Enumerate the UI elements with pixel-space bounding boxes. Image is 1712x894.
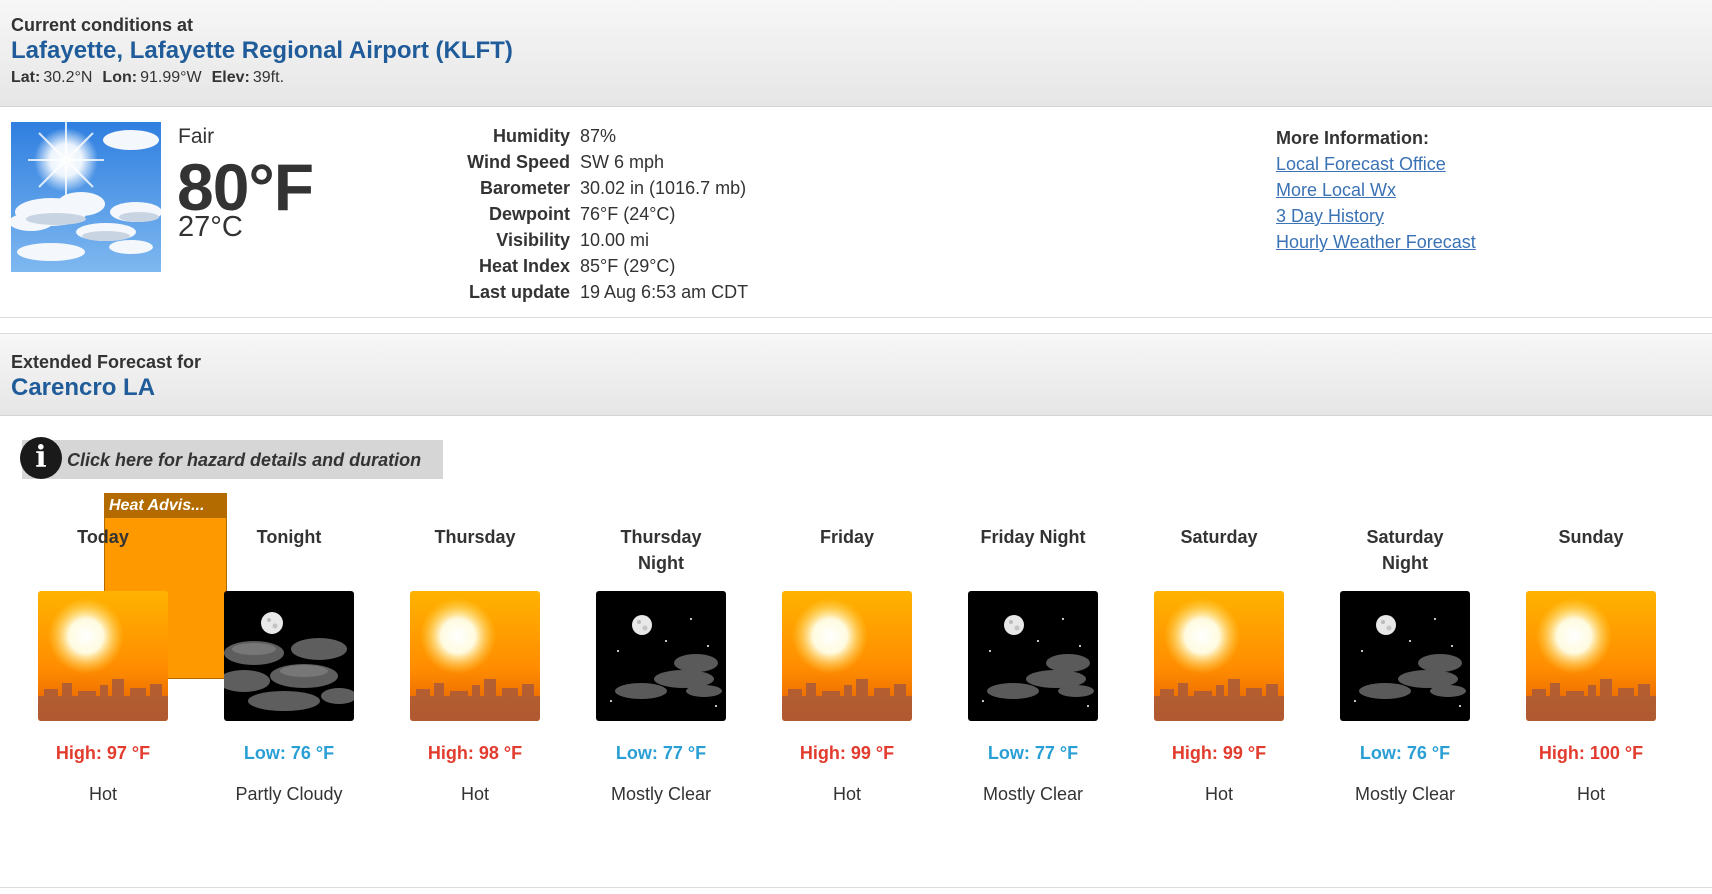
- current-temp-c: 27°C: [178, 211, 243, 243]
- high-temp: High: 100 °F: [1538, 743, 1644, 763]
- link-more-local-wx[interactable]: More Local Wx: [1276, 177, 1476, 203]
- mostly-clear-night-icon[interactable]: [1340, 591, 1470, 721]
- bottom-divider: [0, 887, 1712, 888]
- period-name: Friday Night: [980, 527, 1086, 547]
- forecast-period: Friday Night Low: 77 °F Mostly Clear: [940, 520, 1126, 807]
- forecast-location: Carencro LA: [11, 374, 156, 401]
- lon-value: 91.99°W: [140, 69, 202, 86]
- detail-value: 87%: [580, 126, 617, 146]
- detail-value: 10.00 mi: [580, 230, 650, 250]
- current-conditions-header: Current conditions at Lafayette, Lafayet…: [0, 0, 1712, 107]
- short-description: Mostly Clear: [610, 784, 712, 804]
- detail-label: Wind Speed: [467, 152, 570, 172]
- current-condition-text: Fair: [178, 125, 215, 148]
- forecast-period: Sunday High: 100 °F Hot: [1498, 520, 1684, 807]
- more-info-title: More Information:: [1276, 128, 1429, 148]
- period-name: Sunday: [1558, 527, 1624, 547]
- detail-row-last-update: Last update 19 Aug 6:53 am CDT: [400, 279, 748, 305]
- detail-row-humidity: Humidity 87%: [400, 123, 748, 149]
- detail-value: 85°F (29°C): [580, 256, 676, 276]
- hot-sun-icon[interactable]: [410, 591, 540, 721]
- hot-sun-icon[interactable]: [1526, 591, 1656, 721]
- high-temp: High: 99 °F: [1171, 743, 1267, 763]
- forecast-period: Saturday Night Low: 76 °F Mostly Clear: [1312, 520, 1498, 807]
- forecast-period: Thursday High: 98 °F Hot: [382, 520, 568, 807]
- period-name: Today: [77, 527, 129, 547]
- station-name: Lafayette, Lafayette Regional Airport (K…: [11, 37, 513, 64]
- low-temp: Low: 76 °F: [1359, 743, 1451, 763]
- mostly-clear-night-icon[interactable]: [596, 591, 726, 721]
- short-description: Partly Cloudy: [235, 784, 343, 804]
- period-name: Tonight: [256, 527, 322, 547]
- heat-advisory-label[interactable]: Heat Advis...: [105, 494, 226, 518]
- detail-row-heat-index: Heat Index 85°F (29°C): [400, 253, 748, 279]
- detail-label: Last update: [468, 282, 570, 302]
- forecast-period: Friday High: 99 °F Hot: [754, 520, 940, 807]
- detail-row-wind-speed: Wind Speed SW 6 mph: [400, 149, 748, 175]
- info-icon[interactable]: i: [20, 437, 62, 479]
- short-description: Hot: [1576, 784, 1605, 804]
- period-name: Saturday Night: [1366, 527, 1444, 573]
- short-description: Hot: [1204, 784, 1233, 804]
- hot-sun-icon[interactable]: [1154, 591, 1284, 721]
- lon-label: Lon:: [102, 69, 138, 86]
- forecast-period: Saturday High: 99 °F Hot: [1126, 520, 1312, 807]
- station-coordinates: Lat: 30.2°N Lon: 91.99°W Elev: 39ft.: [11, 69, 284, 87]
- elev-label: Elev:: [211, 69, 250, 86]
- extended-forecast-header: Extended Forecast for Carencro LA: [0, 333, 1712, 416]
- detail-label: Barometer: [479, 178, 570, 198]
- hot-sun-icon[interactable]: [38, 591, 168, 721]
- fair-sky-icon: [11, 122, 161, 272]
- detail-row-dewpoint: Dewpoint 76°F (24°C): [400, 201, 748, 227]
- detail-label: Dewpoint: [489, 204, 570, 224]
- detail-value: SW 6 mph: [580, 152, 665, 172]
- forecast-period: Tonight Low: 76 °F Partly Cloudy: [196, 520, 382, 807]
- current-details-table: Humidity 87% Wind Speed SW 6 mph Barometer…: [400, 123, 748, 305]
- detail-value: 76°F (24°C): [580, 204, 676, 224]
- low-temp: Low: 77 °F: [615, 743, 707, 763]
- high-temp: High: 99 °F: [799, 743, 895, 763]
- hazard-details-text[interactable]: Click here for hazard details and durati…: [67, 450, 421, 471]
- lat-label: Lat:: [11, 69, 41, 86]
- short-description: Hot: [832, 784, 861, 804]
- detail-row-barometer: Barometer 30.02 in (1016.7 mb): [400, 175, 748, 201]
- period-name: Saturday: [1180, 527, 1258, 547]
- mostly-clear-night-icon[interactable]: [968, 591, 1098, 721]
- short-description: Hot: [460, 784, 489, 804]
- low-temp: Low: 77 °F: [987, 743, 1079, 763]
- hot-sun-icon[interactable]: [782, 591, 912, 721]
- elev-value: 39ft.: [252, 69, 285, 86]
- detail-value: 19 Aug 6:53 am CDT: [580, 282, 749, 302]
- more-information: More Information: Local Forecast Office …: [1276, 125, 1476, 255]
- high-temp: High: 97 °F: [55, 743, 151, 763]
- lat-value: 30.2°N: [43, 69, 93, 86]
- detail-row-visibility: Visibility 10.00 mi: [400, 227, 748, 253]
- forecast-period: Thursday Night Low: 77 °F Mostly Clear: [568, 520, 754, 807]
- short-description: Hot: [88, 784, 117, 804]
- detail-value: 30.02 in (1016.7 mb): [580, 178, 747, 198]
- period-name: Friday: [819, 527, 875, 547]
- period-name: Thursday Night: [620, 527, 702, 573]
- short-description: Mostly Clear: [1354, 784, 1456, 804]
- low-temp: Low: 76 °F: [243, 743, 335, 763]
- link-hourly-weather-forecast[interactable]: Hourly Weather Forecast: [1276, 229, 1476, 255]
- current-conditions-panel: Fair 80°F 27°C Humidity 87% Wind Speed SW …: [0, 107, 1712, 318]
- link-local-forecast-office[interactable]: Local Forecast Office: [1276, 151, 1476, 177]
- link-3-day-history[interactable]: 3 Day History: [1276, 203, 1476, 229]
- period-name: Thursday: [434, 527, 516, 547]
- current-conditions-label: Current conditions at: [11, 15, 194, 35]
- high-temp: High: 98 °F: [427, 743, 523, 763]
- detail-label: Humidity: [492, 126, 570, 146]
- detail-label: Visibility: [496, 230, 570, 250]
- detail-label: Heat Index: [478, 256, 570, 276]
- short-description: Mostly Clear: [982, 784, 1084, 804]
- partly-cloudy-night-icon[interactable]: [224, 591, 354, 721]
- extended-forecast-label: Extended Forecast for: [11, 352, 202, 372]
